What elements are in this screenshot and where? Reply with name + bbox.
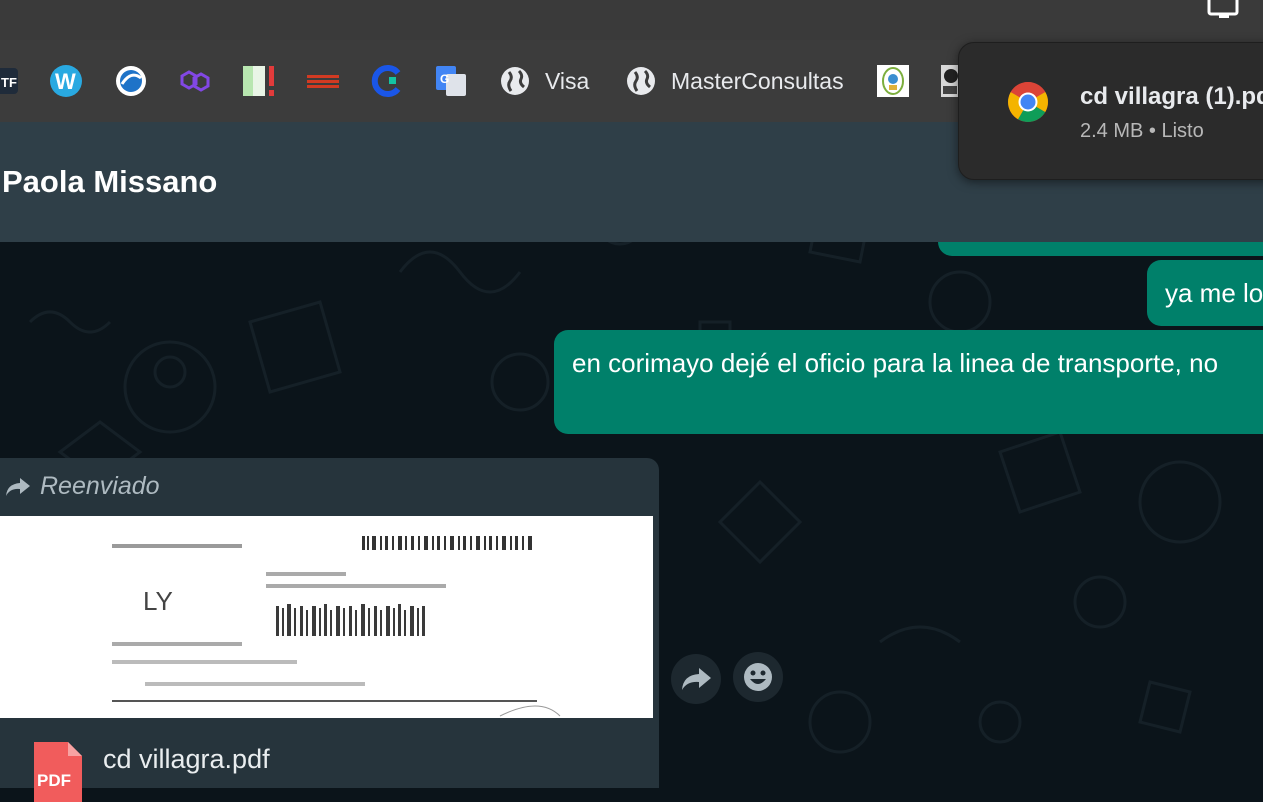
react-emoji-button[interactable] <box>733 652 783 702</box>
bookmark-visa[interactable]: Visa <box>499 64 589 98</box>
svg-text:G: G <box>440 72 449 86</box>
blue-c-icon <box>371 65 401 97</box>
bookmark-app-icon: TF <box>0 68 18 94</box>
contact-name[interactable]: Paola Missano <box>2 164 217 200</box>
red-logo-icon <box>307 75 339 88</box>
forward-arrow-icon <box>682 668 711 690</box>
forward-arrow-icon <box>6 477 30 496</box>
bookmark-label: MasterConsultas <box>671 67 844 94</box>
bookmark-polygon[interactable] <box>178 64 212 98</box>
document-file-row[interactable]: PDF cd villagra.pdf <box>0 728 659 802</box>
document-file-name: cd villagra.pdf <box>103 744 270 774</box>
bookmark-translate[interactable]: G <box>434 64 468 98</box>
bookmark-dark-seal[interactable] <box>940 64 958 98</box>
preview-letters: LY <box>143 586 173 616</box>
google-translate-icon: G <box>436 66 466 96</box>
bookmark-c[interactable] <box>370 64 404 98</box>
pdf-icon: PDF <box>34 742 82 802</box>
bookmark-swirl[interactable] <box>114 64 148 98</box>
chrome-icon <box>1008 82 1048 122</box>
cast-icon[interactable] <box>1207 0 1241 20</box>
outgoing-message[interactable]: en corimayo dejé el oficio para la linea… <box>554 330 1263 434</box>
document-thumbnail: LY <box>0 516 653 718</box>
globe-icon <box>501 67 529 95</box>
forwarded-label: Reenviado <box>40 472 160 500</box>
download-file-name[interactable]: cd villagra (1).pdf <box>1080 83 1263 111</box>
bookmark-label: Visa <box>545 67 590 94</box>
w-logo-icon: W <box>50 65 82 97</box>
bookmark-w[interactable]: W <box>49 64 83 98</box>
globe-icon <box>627 67 655 95</box>
forwarded-indicator: Reenviado <box>4 472 160 501</box>
emoji-icon <box>744 663 772 691</box>
bookmark-masterconsultas[interactable]: MasterConsultas <box>625 64 844 98</box>
globe-swirl-icon <box>116 66 146 96</box>
polygon-icon <box>180 70 210 92</box>
svg-text:TF: TF <box>1 75 17 90</box>
outgoing-message[interactable]: ya me lo <box>1147 260 1263 326</box>
browser-title-bar <box>0 0 1263 40</box>
incoming-document-message[interactable]: Reenviado LY PDF cd villagra.pdf <box>0 458 659 802</box>
bookmark-bars[interactable] <box>243 64 277 98</box>
bookmark-red[interactable] <box>305 64 341 98</box>
svg-text:W: W <box>55 69 76 94</box>
document-preview[interactable]: LY <box>0 516 653 718</box>
colorful-seal-icon <box>877 65 909 97</box>
dark-seal-icon <box>941 65 958 97</box>
download-bubble[interactable]: cd villagra (1).pdf 2.4 MB • Listo <box>958 42 1263 180</box>
color-bars-icon <box>243 66 274 96</box>
bookmark-seal[interactable] <box>876 64 910 98</box>
message-text: en corimayo dejé el oficio para la linea… <box>572 348 1219 378</box>
pdf-badge: PDF <box>37 771 71 790</box>
download-status: 2.4 MB • Listo <box>1080 120 1204 142</box>
bookmark-app[interactable]: TF <box>0 64 20 98</box>
message-text: ya me lo <box>1165 278 1263 308</box>
forward-button[interactable] <box>671 654 721 704</box>
